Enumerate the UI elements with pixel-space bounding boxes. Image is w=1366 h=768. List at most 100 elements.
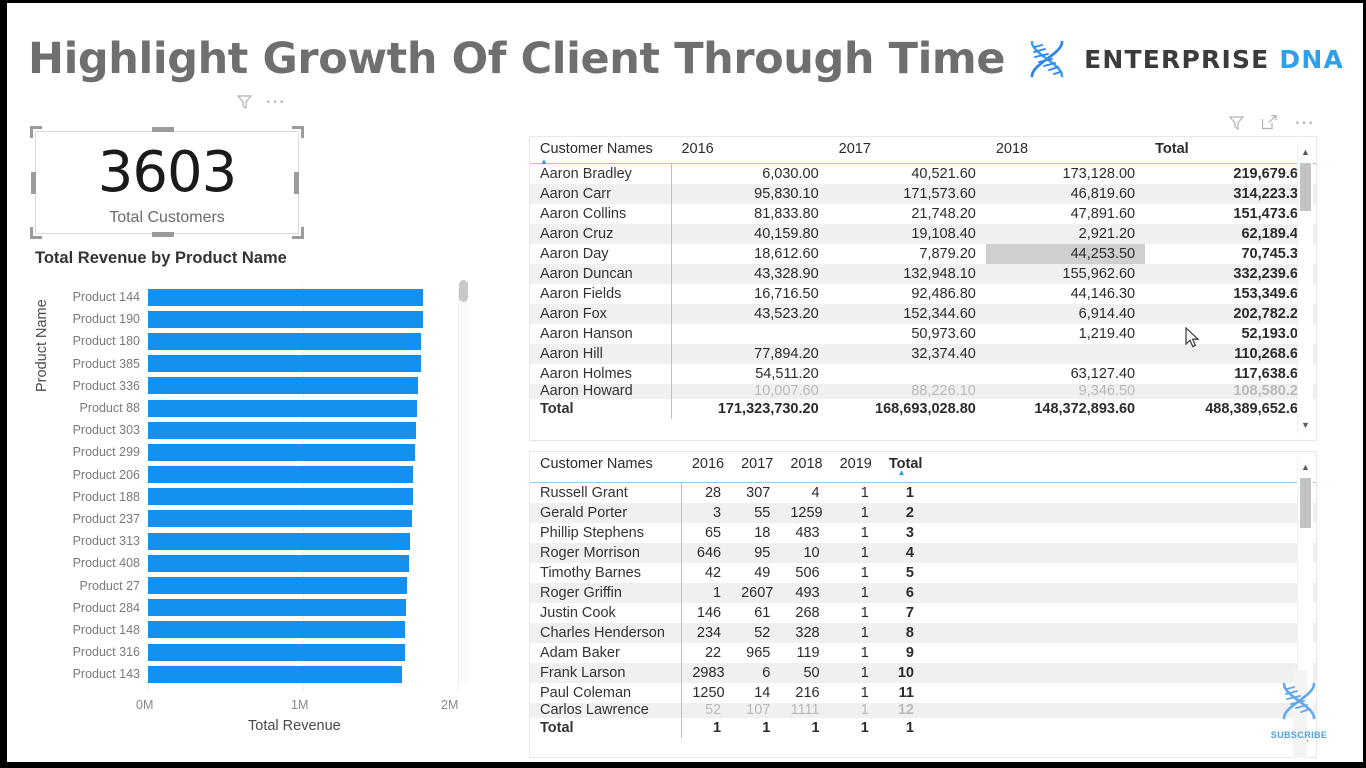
bar-row[interactable]: Product 313 <box>60 530 460 552</box>
selection-handle-left[interactable] <box>31 172 36 194</box>
selection-handle-br[interactable] <box>292 227 304 239</box>
more-options-icon[interactable]: ⋯ <box>265 92 287 112</box>
revenue-matrix-scrollbar-thumb[interactable] <box>1300 163 1311 211</box>
total-customers-card[interactable]: 3603 Total Customers <box>35 131 299 234</box>
table-row[interactable]: Adam Baker 22 965 119 1 9 <box>530 643 1316 663</box>
bar-track <box>148 574 460 596</box>
scroll-up-icon[interactable]: ▲ <box>1298 460 1313 474</box>
table-row[interactable]: Timothy Barnes 42 49 506 1 5 <box>530 563 1316 583</box>
bar-fill[interactable] <box>148 443 415 461</box>
cell-v2016: 95,830.10 <box>670 184 829 204</box>
column-header-2019[interactable]: 2019 <box>829 452 879 478</box>
table-row[interactable]: Aaron Day 18,612.60 7,879.20 44,253.50 70,74… <box>530 244 1316 264</box>
table-row[interactable]: Justin Cook 146 61 268 1 7 <box>530 603 1316 623</box>
bar-fill[interactable] <box>148 577 408 595</box>
table-row[interactable]: Gerald Porter 3 55 1259 1 2 <box>530 503 1316 523</box>
bar-row[interactable]: Product 408 <box>60 552 460 574</box>
bar-fill[interactable] <box>148 599 407 617</box>
table-row[interactable]: Aaron Cruz 40,159.80 19,108.40 2,921.20 62,1… <box>530 224 1316 244</box>
selection-handle-tr[interactable] <box>292 126 304 138</box>
table-row[interactable]: Paul Coleman 1250 14 216 1 11 <box>530 683 1316 703</box>
bar-row[interactable]: Product 144 <box>60 286 460 308</box>
bar-row[interactable]: Product 299 <box>60 441 460 463</box>
column-header-2017[interactable]: 2017 <box>828 137 986 159</box>
column-header-2016[interactable]: 2016 <box>671 137 829 159</box>
table-row[interactable]: Aaron Collins 81,833.80 21,748.20 47,891.60… <box>530 204 1316 224</box>
table-row[interactable]: Russell Grant 28 307 4 1 1 <box>530 482 1316 503</box>
revenue-matrix-visual[interactable]: Customer Names ▲ 2016 2017 2018 Total Aa… <box>530 137 1316 440</box>
revenue-matrix-scrollbar[interactable]: ▲ ▼ <box>1297 143 1313 434</box>
column-header-total[interactable]: Total <box>1145 137 1316 159</box>
column-header-total[interactable]: Total ▲ <box>878 452 924 478</box>
table-row[interactable]: Aaron Carr 95,830.10 171,573.60 46,819.60 31… <box>530 184 1316 204</box>
column-header-2016[interactable]: 2016 <box>681 452 732 478</box>
bar-row[interactable]: Product 303 <box>60 419 460 441</box>
cell-v2018: 46,819.60 <box>985 184 1146 204</box>
selection-handle-tl[interactable] <box>30 126 42 138</box>
scroll-up-icon[interactable]: ▲ <box>1298 145 1313 159</box>
table-row[interactable]: Frank Larson 2983 6 50 1 10 <box>530 663 1316 683</box>
bar-fill[interactable] <box>148 421 417 439</box>
bar-row[interactable]: Product 180 <box>60 330 460 352</box>
selection-handle-right[interactable] <box>294 172 299 194</box>
bar-row[interactable]: Product 336 <box>60 375 460 397</box>
table-row[interactable]: Aaron Duncan 43,328.90 132,948.10 155,962.6… <box>530 264 1316 284</box>
table-row[interactable]: Aaron Fields 16,716.50 92,486.80 44,146.30 1… <box>530 284 1316 304</box>
table-row[interactable]: Charles Henderson 234 52 328 1 8 <box>530 623 1316 643</box>
bar-row[interactable]: Product 190 <box>60 308 460 330</box>
column-header-customer-names[interactable]: Customer Names ▲ <box>530 137 672 166</box>
bar-fill[interactable] <box>148 554 409 572</box>
bar-row[interactable]: Product 88 <box>60 397 460 419</box>
bar-fill[interactable] <box>148 399 418 417</box>
selection-handle-top[interactable] <box>152 127 174 132</box>
bar-fill[interactable] <box>148 332 422 350</box>
bar-chart-scrollbar-thumb[interactable] <box>459 280 468 302</box>
bar-fill[interactable] <box>148 377 419 395</box>
filter-icon[interactable] <box>1228 114 1245 131</box>
column-header-customer-names[interactable]: Customer Names <box>530 452 682 478</box>
table-row[interactable]: Aaron Fox 43,523.20 152,344.60 6,914.40 202,… <box>530 304 1316 324</box>
focus-mode-icon[interactable] <box>1261 114 1278 131</box>
bar-row[interactable]: Product 237 <box>60 508 460 530</box>
bar-row[interactable]: Product 188 <box>60 486 460 508</box>
bar-row[interactable]: Product 385 <box>60 353 460 375</box>
bar-fill[interactable] <box>148 665 402 683</box>
bar-chart-scrollbar[interactable] <box>459 280 468 684</box>
rank-matrix-visual[interactable]: Customer Names 2016 2017 2018 2019 Total… <box>530 452 1316 757</box>
bar-fill[interactable] <box>148 310 423 328</box>
bar-fill[interactable] <box>148 621 406 639</box>
table-row[interactable]: Roger Morrison 646 95 10 1 4 <box>530 543 1316 563</box>
more-options-icon[interactable]: ⋯ <box>1294 113 1316 133</box>
bar-row[interactable]: Product 27 <box>60 574 460 596</box>
table-row[interactable]: Aaron Howard 10,007.60 88,226.10 9,346.50 10… <box>530 384 1316 399</box>
table-row[interactable]: Phillip Stephens 65 18 483 1 3 <box>530 523 1316 543</box>
bar-fill[interactable] <box>148 355 421 373</box>
table-row[interactable]: Aaron Holmes 54,511.20 63,127.40 117,638.60 <box>530 364 1316 384</box>
bar-fill[interactable] <box>148 488 414 506</box>
table-row[interactable]: Carlos Lawrence 52 107 1111 1 12 <box>530 703 1316 718</box>
rank-matrix-scrollbar-thumb[interactable] <box>1300 478 1311 528</box>
brand-word-dna: DNA <box>1279 44 1344 74</box>
selection-handle-bottom[interactable] <box>152 232 174 237</box>
table-row[interactable]: Aaron Bradley 6,030.00 40,521.60 173,128.00… <box>530 163 1316 184</box>
bar-fill[interactable] <box>148 643 405 661</box>
cell-v2019: 1 <box>860 645 869 661</box>
scroll-down-icon[interactable]: ▼ <box>1298 418 1313 432</box>
bar-fill[interactable] <box>148 288 424 306</box>
bar-row[interactable]: Product 316 <box>60 641 460 663</box>
column-header-2018[interactable]: 2018 <box>985 137 1146 159</box>
bar-fill[interactable] <box>148 510 412 528</box>
cell-customer-name: Paul Coleman <box>540 685 632 701</box>
bar-row[interactable]: Product 148 <box>60 619 460 641</box>
subscribe-badge[interactable]: SUBSCRIBE <box>1268 678 1330 740</box>
table-row[interactable]: Roger Griffin 1 2607 493 1 6 <box>530 583 1316 603</box>
bar-row[interactable]: Product 284 <box>60 597 460 619</box>
column-header-2018[interactable]: 2018 <box>780 452 830 478</box>
bar-row[interactable]: Product 143 <box>60 663 460 685</box>
selection-handle-bl[interactable] <box>30 227 42 239</box>
bar-row[interactable]: Product 206 <box>60 464 460 486</box>
bar-fill[interactable] <box>148 532 410 550</box>
column-header-2017[interactable]: 2017 <box>731 452 781 478</box>
filter-icon[interactable] <box>236 93 253 110</box>
bar-fill[interactable] <box>148 466 414 484</box>
